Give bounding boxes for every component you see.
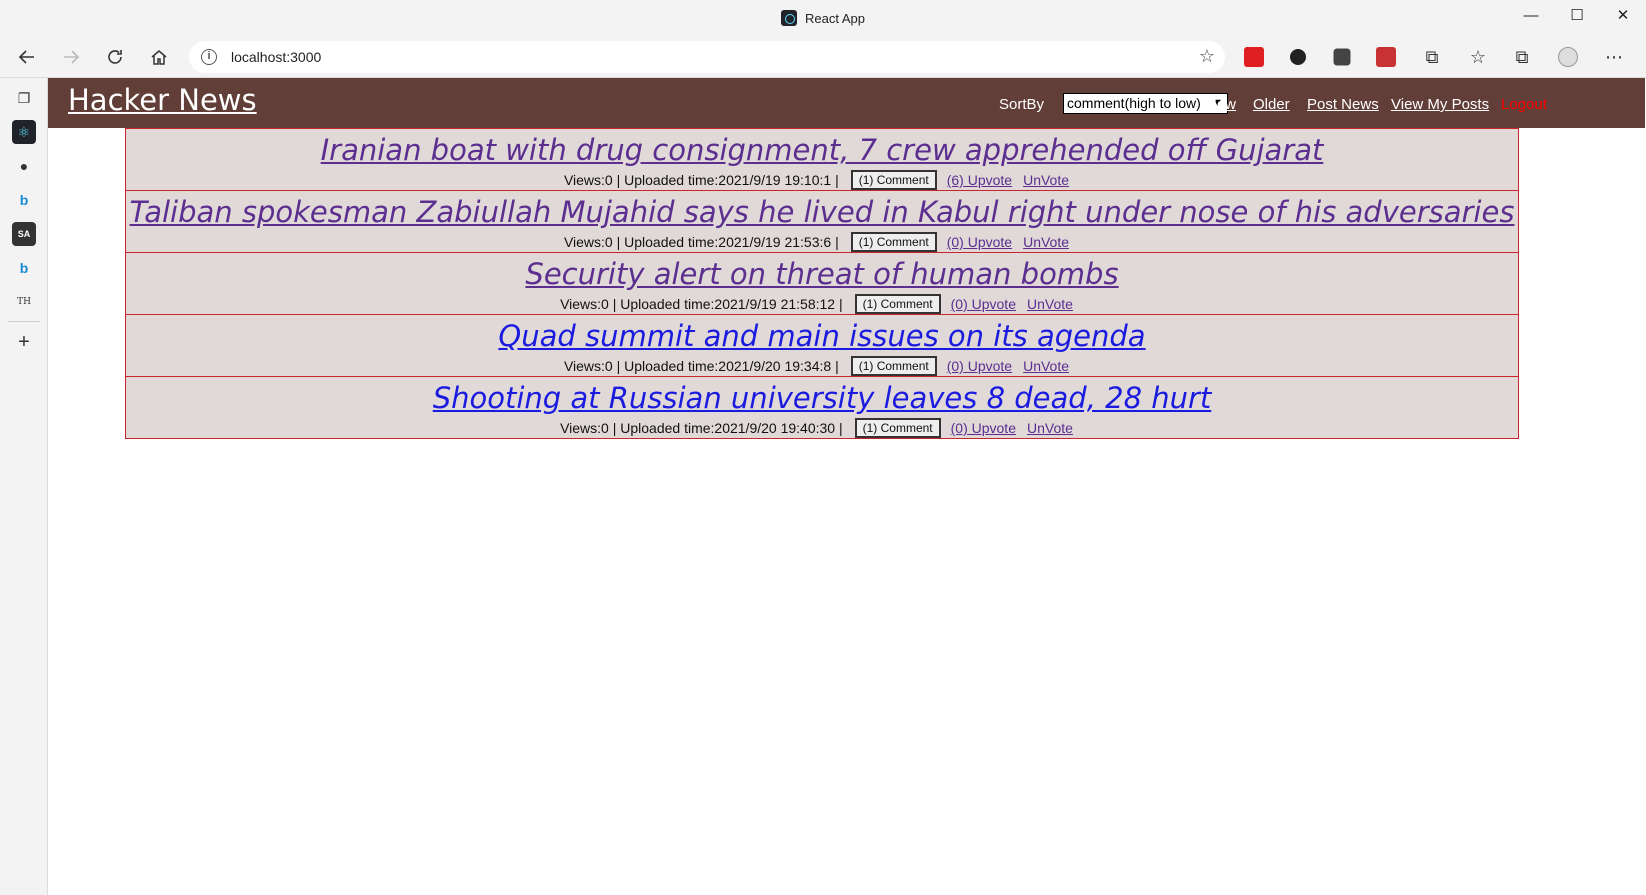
post-meta-text: Views:0 | Uploaded time:2021/9/20 19:34:… — [563, 358, 839, 374]
post-item: Shooting at Russian university leaves 8 … — [125, 376, 1519, 439]
refresh-button[interactable] — [99, 42, 131, 72]
minimize-button[interactable]: — — [1508, 0, 1554, 30]
comment-button[interactable]: (1) Comment — [854, 294, 941, 314]
comment-button[interactable]: (1) Comment — [854, 418, 941, 438]
post-item: Quad summit and main issues on its agend… — [125, 314, 1519, 377]
home-button[interactable] — [143, 42, 175, 72]
window-titlebar: React App — ☐ ✕ — [0, 0, 1646, 36]
nav-older[interactable]: Older — [1253, 96, 1290, 113]
maximize-button[interactable]: ☐ — [1554, 0, 1600, 30]
post-meta-text: Views:0 | Uploaded time:2021/9/19 21:53:… — [563, 234, 839, 250]
unvote-link[interactable]: UnVote — [1027, 296, 1073, 312]
cube-extension-icon[interactable] — [1290, 49, 1306, 65]
window-title: React App — [0, 10, 1646, 26]
url-text: localhost:3000 — [231, 49, 322, 65]
favorites-icon: ☆ — [1469, 46, 1487, 67]
sort-label: SortBy — [999, 96, 1045, 113]
comment-button[interactable]: (1) Comment — [850, 232, 937, 252]
post-title-link[interactable]: Taliban spokesman Zabiullah Mujahid says… — [126, 191, 1518, 229]
close-button[interactable]: ✕ — [1600, 0, 1646, 30]
hn-header: Hacker News SortBy comment(high to low) … — [48, 78, 1645, 128]
forward-arrow-icon — [64, 50, 80, 64]
post-meta-text: Views:0 | Uploaded time:2021/9/20 19:40:… — [560, 420, 843, 436]
react-icon[interactable]: ⚛ — [12, 120, 36, 144]
sidebar-divider — [8, 321, 40, 322]
window-title-text: React App — [805, 11, 865, 26]
page-content: Hacker News SortBy comment(high to low) … — [48, 78, 1645, 895]
upvote-link[interactable]: (0) Upvote — [951, 296, 1016, 312]
forward-button[interactable] — [55, 42, 87, 72]
browser-sidebar: ❐ ⚛ ● b SA b TH + — [0, 78, 48, 895]
post-meta: Views:0 | Uploaded time:2021/9/19 21:53:… — [126, 231, 1518, 253]
post-list: Iranian boat with drug consignment, 7 cr… — [125, 128, 1519, 439]
nav-post-news[interactable]: Post News — [1307, 96, 1379, 113]
comment-button[interactable]: (1) Comment — [850, 170, 937, 190]
favorites-button[interactable]: ☆ — [1462, 42, 1494, 72]
home-icon — [151, 50, 167, 65]
extensions-button[interactable]: ⧉ — [1416, 42, 1448, 72]
post-title-link[interactable]: Shooting at Russian university leaves 8 … — [126, 377, 1518, 415]
browser-toolbar: i localhost:3000 ☆ ⧉ ☆ ⧉ ⋯ — [0, 36, 1646, 78]
unvote-link[interactable]: UnVote — [1023, 172, 1069, 188]
red-extension-icon[interactable] — [1376, 47, 1396, 67]
tab-actions-icon[interactable]: ❐ — [12, 86, 36, 110]
unvote-link[interactable]: UnVote — [1023, 358, 1069, 374]
post-meta: Views:0 | Uploaded time:2021/9/19 21:58:… — [126, 293, 1518, 315]
comment-button[interactable]: (1) Comment — [850, 356, 937, 376]
post-meta-text: Views:0 | Uploaded time:2021/9/19 21:58:… — [560, 296, 843, 312]
post-title-link[interactable]: Security alert on threat of human bombs — [126, 253, 1518, 291]
post-meta-text: Views:0 | Uploaded time:2021/9/19 19:10:… — [563, 172, 839, 188]
github-icon[interactable]: ● — [12, 154, 36, 178]
bing-icon[interactable]: b — [12, 256, 36, 280]
sort-select[interactable]: comment(high to low) ▼ — [1063, 93, 1228, 114]
post-title-link[interactable]: Iranian boat with drug consignment, 7 cr… — [126, 129, 1518, 167]
upvote-link[interactable]: (0) Upvote — [947, 234, 1012, 250]
nav-view-my-posts[interactable]: View My Posts — [1391, 96, 1489, 113]
add-icon[interactable]: + — [12, 330, 36, 354]
more-icon: ⋯ — [1605, 46, 1623, 67]
post-title-link[interactable]: Quad summit and main issues on its agend… — [126, 315, 1518, 353]
th-icon[interactable]: TH — [12, 290, 36, 314]
address-bar[interactable]: i localhost:3000 ☆ — [189, 41, 1225, 73]
upvote-link[interactable]: (0) Upvote — [947, 358, 1012, 374]
unvote-link[interactable]: UnVote — [1027, 420, 1073, 436]
brand-link[interactable]: Hacker News — [68, 83, 257, 117]
profile-button[interactable] — [1552, 42, 1584, 72]
sa-icon[interactable]: SA — [12, 222, 36, 246]
extension-icon[interactable] — [1333, 48, 1351, 66]
post-meta: Views:0 | Uploaded time:2021/9/20 19:34:… — [126, 355, 1518, 377]
collections-icon: ⧉ — [1515, 46, 1529, 67]
refresh-icon — [108, 50, 122, 64]
puzzle-icon: ⧉ — [1425, 46, 1439, 67]
upvote-link[interactable]: (0) Upvote — [951, 420, 1016, 436]
unvote-link[interactable]: UnVote — [1023, 234, 1069, 250]
post-item: Security alert on threat of human bombs … — [125, 252, 1519, 315]
nav-logout[interactable]: Logout — [1501, 96, 1547, 113]
info-icon[interactable]: i — [201, 49, 217, 65]
post-meta: Views:0 | Uploaded time:2021/9/19 19:10:… — [126, 169, 1518, 191]
back-arrow-icon — [18, 50, 34, 64]
nav-new[interactable]: New — [1206, 96, 1236, 113]
post-item: Iranian boat with drug consignment, 7 cr… — [125, 128, 1519, 191]
back-button[interactable] — [11, 42, 43, 72]
download-extension-icon[interactable] — [1244, 47, 1264, 67]
react-app-icon — [781, 10, 797, 26]
sort-selected-value: comment(high to low) — [1067, 95, 1201, 111]
post-item: Taliban spokesman Zabiullah Mujahid says… — [125, 190, 1519, 253]
bing-icon[interactable]: b — [12, 188, 36, 212]
collections-button[interactable]: ⧉ — [1506, 42, 1538, 72]
settings-menu-button[interactable]: ⋯ — [1598, 42, 1630, 72]
profile-icon — [1558, 47, 1578, 67]
add-favorite-icon[interactable]: ☆ — [1199, 46, 1215, 67]
post-meta: Views:0 | Uploaded time:2021/9/20 19:40:… — [126, 417, 1518, 439]
upvote-link[interactable]: (6) Upvote — [947, 172, 1012, 188]
